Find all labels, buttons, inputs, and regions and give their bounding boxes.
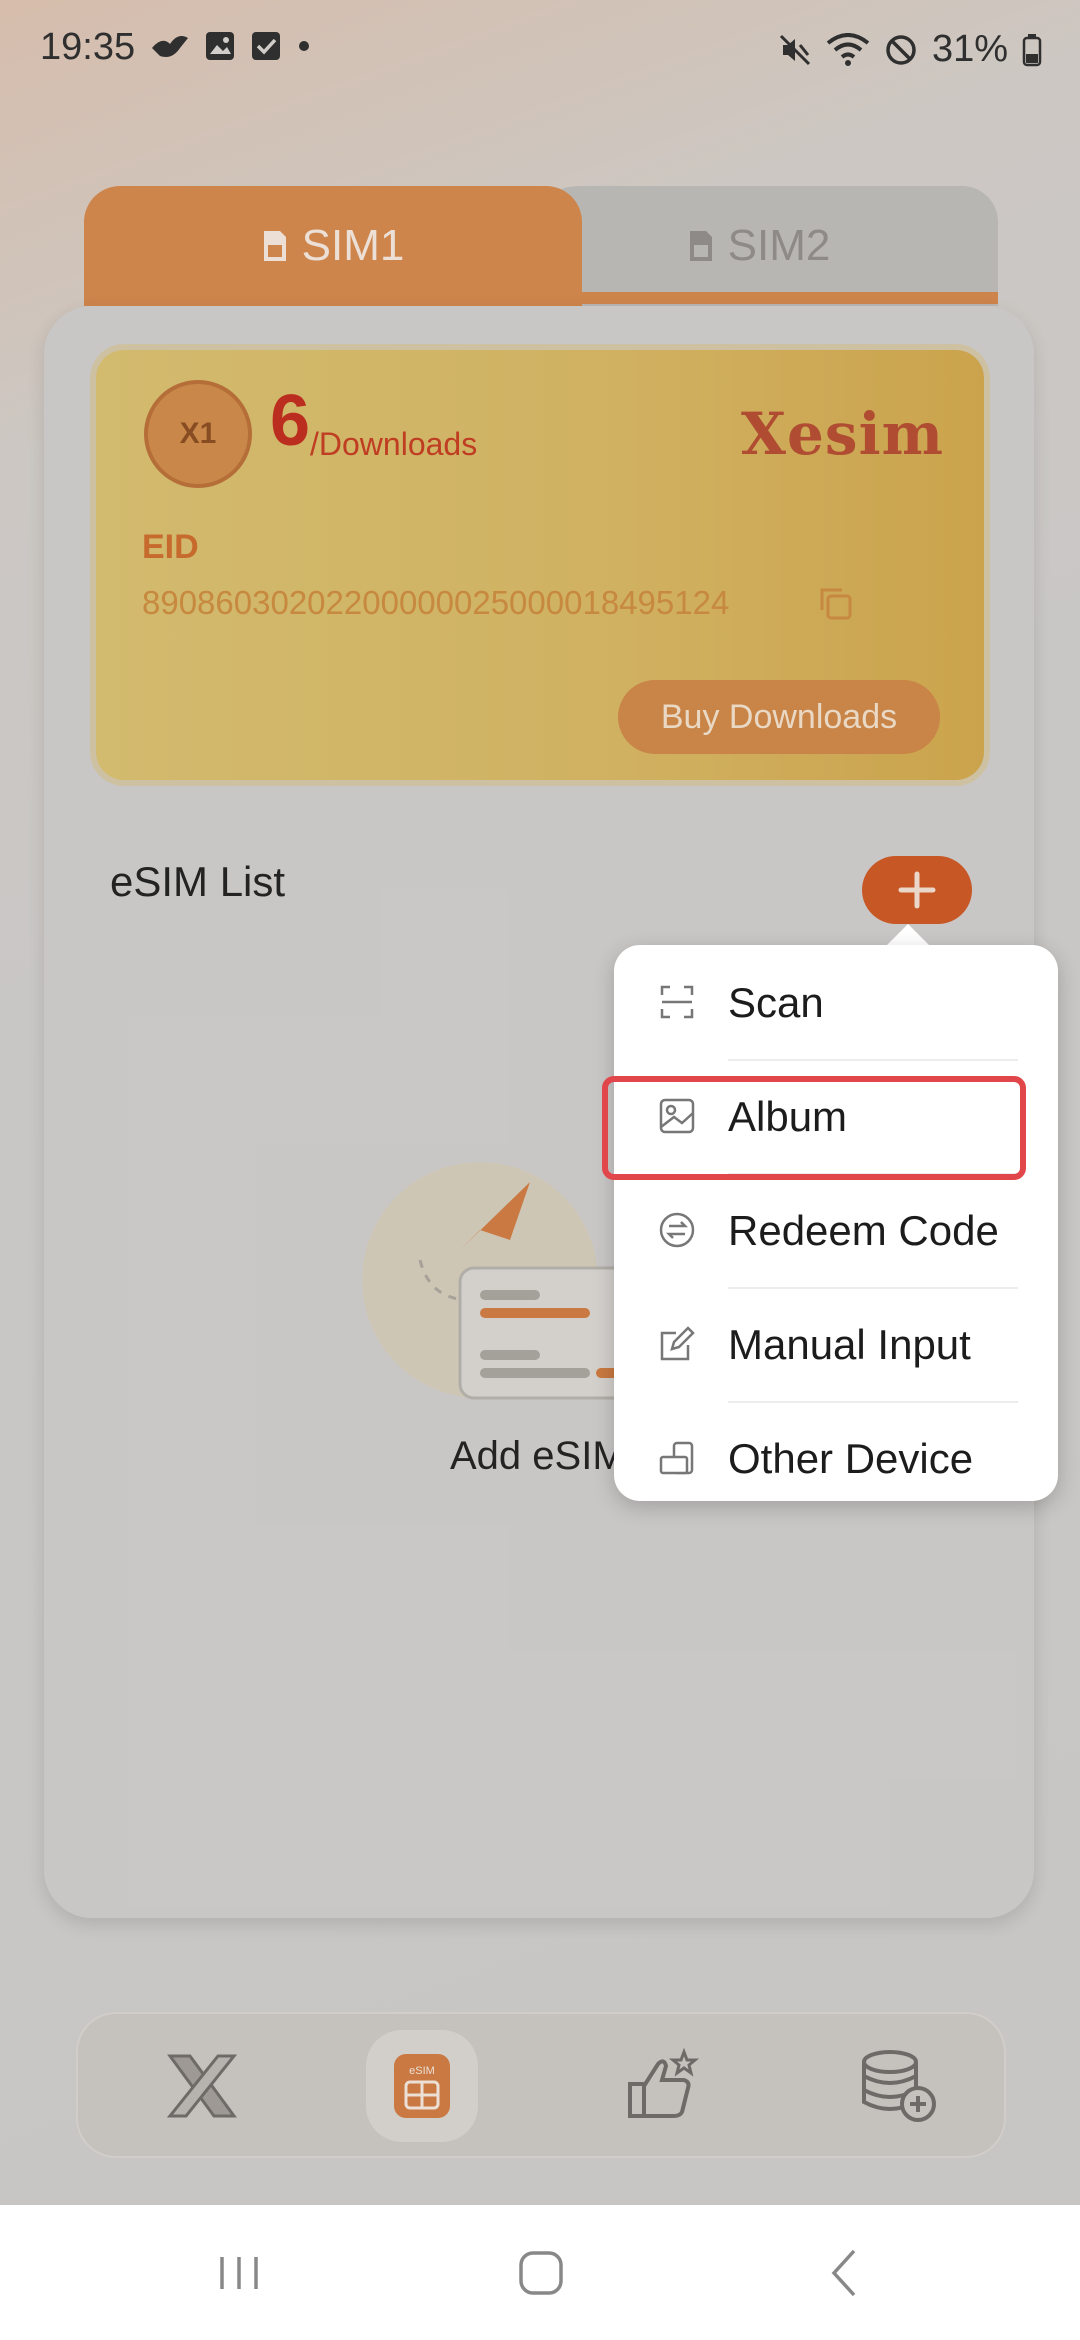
menu-item-scan[interactable]: Scan — [614, 945, 1058, 1059]
devices-icon — [659, 1441, 694, 1475]
menu-label-redeem-code: Redeem Code — [728, 1207, 999, 1254]
recent-apps-icon[interactable] — [216, 2243, 262, 2303]
system-navigation-bar — [0, 2205, 1080, 2340]
exchange-icon — [659, 1212, 695, 1248]
menu-item-redeem-code[interactable]: Redeem Code — [614, 1173, 1058, 1287]
edit-icon — [660, 1326, 695, 1361]
add-esim-menu: Scan Album Redeem Code Manual Input Othe… — [614, 945, 1058, 1501]
app-screen: 19:35 31% SIM2 SIM1 X1 6 /Downloads Xesi… — [0, 0, 1080, 2205]
menu-item-manual-input[interactable]: Manual Input — [614, 1287, 1058, 1401]
highlight-box-album — [602, 1076, 1026, 1180]
menu-label-other-device: Other Device — [728, 1435, 974, 1482]
menu-label-scan: Scan — [728, 979, 824, 1026]
scan-icon — [660, 985, 694, 1019]
menu-item-other-device[interactable]: Other Device — [614, 1401, 1058, 1515]
menu-label-manual-input: Manual Input — [728, 1321, 971, 1368]
popup-arrow — [886, 924, 930, 946]
back-icon[interactable] — [824, 2243, 864, 2303]
home-icon[interactable] — [516, 2243, 566, 2303]
